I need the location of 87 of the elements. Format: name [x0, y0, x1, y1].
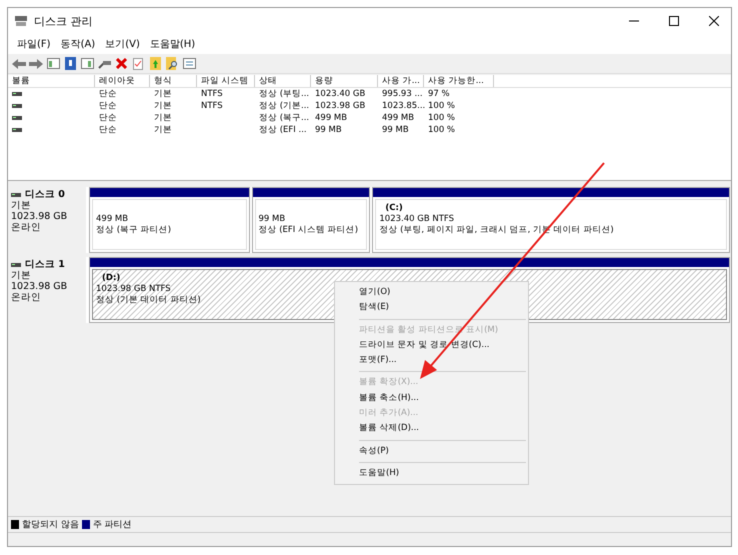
partition[interactable]: 499 MB 정상 (복구 파티션) — [89, 187, 250, 253]
column-header[interactable]: 상태 — [255, 75, 311, 87]
partition-label: (C:) — [384, 203, 403, 214]
column-header[interactable]: 사용 가능한... — [424, 75, 494, 87]
table-cell-text: NTFS — [200, 100, 224, 112]
table-cell-text: 기본 — [153, 100, 173, 112]
drive-icon — [11, 192, 21, 198]
disk-name: 디스크 0 — [25, 189, 65, 200]
table-cell-text: NTFS — [200, 88, 224, 100]
maximize-icon — [669, 16, 679, 26]
legend-label: 할당되지 않음 — [22, 519, 79, 531]
partition-label: (D:) — [101, 273, 120, 284]
menu-item[interactable]: 열기(O) — [335, 285, 390, 300]
table-cell-text: 499 MB — [314, 112, 348, 124]
table-cell-text: 100 % — [427, 100, 456, 112]
table-cell-text: 1023.40 GB — [314, 88, 366, 100]
forward-icon[interactable] — [29, 56, 43, 70]
column-header[interactable]: 볼륨 — [8, 75, 95, 87]
minimize-icon — [629, 20, 639, 22]
disk-management-icon — [14, 15, 28, 27]
table-cell-text: 99 MB — [314, 124, 343, 136]
menu-item[interactable]: 볼륨 축소(H)... — [335, 390, 419, 406]
drive-icon — [12, 103, 22, 109]
table-cell-text: 499 MB — [381, 112, 416, 124]
menu-item[interactable]: 볼륨 삭제(D)... — [335, 421, 419, 437]
partition-size: 1023.98 GB NTFS — [96, 284, 171, 295]
menu-item[interactable]: 드라이브 문자 및 경로 변경(C)... — [335, 338, 490, 354]
drive-icon — [11, 262, 21, 268]
menu-item[interactable]: 동작(A) — [56, 36, 100, 52]
disk-name: 디스크 1 — [25, 259, 65, 270]
table-cell-text: 단순 — [98, 100, 118, 112]
menu-item[interactable]: 도움말(H) — [144, 36, 200, 52]
table-cell-text: 100 % — [427, 112, 456, 124]
disk-status: 온라인 — [11, 222, 42, 233]
delete-icon[interactable] — [114, 56, 128, 70]
table-cell-text: 100 % — [427, 124, 456, 136]
menu-item[interactable]: 도움말(H) — [335, 466, 400, 482]
close-icon — [709, 16, 719, 26]
window-title: 디스크 관리 — [34, 14, 94, 28]
column-header[interactable]: 파일 시스템 — [197, 75, 255, 87]
menu-item[interactable]: 파일(F) — [12, 36, 56, 52]
checklist-icon[interactable] — [131, 56, 145, 70]
drive-icon — [12, 127, 22, 133]
properties-icon[interactable] — [182, 56, 196, 70]
table-cell-text: 정상 (복구... — [258, 112, 310, 124]
table-cell-text: 단순 — [98, 88, 118, 100]
console-tree-icon[interactable] — [46, 56, 60, 70]
panel-icon[interactable] — [80, 56, 94, 70]
table-cell-text: 정상 (기본... — [258, 100, 310, 112]
drive-icon — [12, 115, 22, 121]
legend-label: 주 파티션 — [92, 519, 132, 531]
column-header[interactable]: 사용 가... — [378, 75, 424, 87]
partition-size: 99 MB — [258, 214, 286, 225]
table-cell-text: 단순 — [98, 124, 118, 136]
table-cell-text: 1023.98 GB — [314, 100, 366, 112]
menu-item[interactable]: 탐색(E) — [335, 300, 390, 316]
partition-status: 정상 (EFI 시스템 파티션) — [258, 225, 358, 236]
disk-type: 기본 — [11, 200, 32, 211]
back-icon[interactable] — [12, 56, 26, 70]
folder-search-icon[interactable] — [165, 56, 179, 70]
partition-status: 정상 (복구 파티션) — [96, 225, 172, 236]
table-cell-text: 99 MB — [381, 124, 410, 136]
help-icon[interactable] — [63, 56, 77, 70]
partition-size: 499 MB — [96, 214, 128, 225]
disk-status: 온라인 — [11, 292, 42, 303]
column-header[interactable]: 형식 — [150, 75, 197, 87]
partition[interactable]: 99 MB 정상 (EFI 시스템 파티션) — [252, 187, 370, 253]
table-cell-text: 1023.85... — [381, 100, 424, 112]
disk-type: 기본 — [11, 270, 32, 281]
column-header[interactable]: 레이아웃 — [95, 75, 150, 87]
menu-item[interactable]: 포맷(F)... — [335, 353, 397, 368]
partition-status: 정상 (기본 데이터 파티션) — [96, 295, 201, 306]
table-cell-text: 기본 — [153, 112, 173, 124]
partition-size: 1023.40 GB NTFS — [379, 214, 454, 225]
table-cell-text: 정상 (EFI ... — [258, 124, 308, 136]
menu-item[interactable]: 보기(V) — [100, 36, 145, 52]
table-cell-text: 97 % — [427, 88, 451, 100]
drive-icon — [12, 91, 22, 97]
table-cell-text: 정상 (부팅... — [258, 88, 310, 100]
table-cell-text: 기본 — [153, 88, 173, 100]
disk-size: 1023.98 GB — [11, 281, 68, 292]
menu-item[interactable]: 속성(P) — [335, 444, 389, 459]
column-header[interactable]: 용량 — [311, 75, 378, 87]
table-cell-text: 995.93 ... — [381, 88, 424, 100]
table-cell-text: 기본 — [153, 124, 173, 136]
table-cell-text: 단순 — [98, 112, 118, 124]
disk-size: 1023.98 GB — [11, 211, 68, 222]
